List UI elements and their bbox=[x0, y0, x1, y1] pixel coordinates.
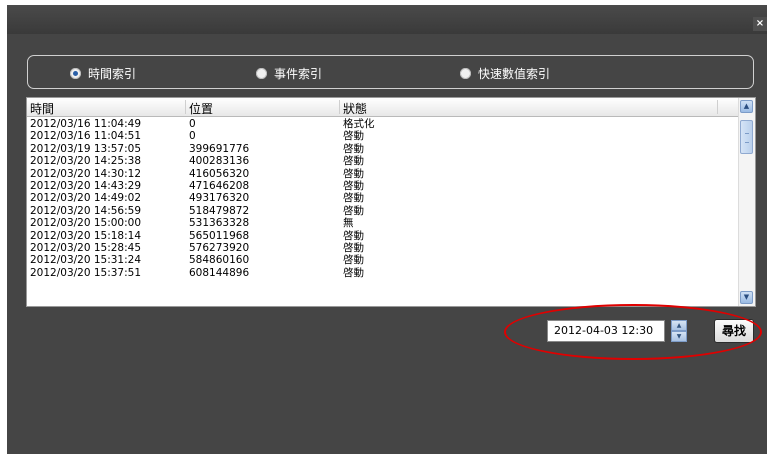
radio-time-index[interactable]: 時間索引 bbox=[70, 65, 136, 82]
table-row[interactable]: 2012/03/20 15:00:00 531363328 無 bbox=[27, 217, 739, 229]
cell-position: 493176320 bbox=[189, 192, 250, 205]
cell-position: 399691776 bbox=[189, 142, 250, 155]
cell-status: 啓動 bbox=[343, 229, 364, 242]
cell-position: 416056320 bbox=[189, 167, 250, 180]
column-divider[interactable] bbox=[717, 100, 718, 114]
cell-position: 531363328 bbox=[189, 217, 250, 230]
cell-time: 2012/03/20 14:43:29 bbox=[30, 179, 142, 192]
cell-time: 2012/03/16 11:04:49 bbox=[30, 118, 142, 130]
column-header-position[interactable]: 位置 bbox=[189, 100, 213, 117]
radio-unselected-icon bbox=[256, 68, 267, 79]
scroll-up-icon[interactable]: ▲ bbox=[740, 100, 753, 113]
cell-position: 565011968 bbox=[189, 229, 250, 242]
table-row[interactable]: 2012/03/20 15:37:51 608144896 啓動 bbox=[27, 267, 739, 279]
close-button[interactable]: × bbox=[753, 17, 767, 31]
cell-time: 2012/03/20 15:31:24 bbox=[30, 254, 142, 267]
table-row[interactable]: 2012/03/19 13:57:05 399691776 啓動 bbox=[27, 143, 739, 155]
cell-position: 518479872 bbox=[189, 204, 250, 217]
cell-status: 啓動 bbox=[343, 241, 364, 254]
column-header-status[interactable]: 狀態 bbox=[343, 100, 367, 117]
search-window: × 時間索引 事件索引 快速數值索引 時間 位置 狀態 2012/03/16 1… bbox=[7, 5, 767, 454]
cell-status: 啓動 bbox=[343, 167, 364, 180]
highlight-annotation bbox=[504, 304, 762, 360]
cell-time: 2012/03/20 14:30:12 bbox=[30, 167, 142, 180]
cell-status: 啓動 bbox=[343, 155, 364, 168]
cell-status: 啓動 bbox=[343, 179, 364, 192]
cell-time: 2012/03/20 14:56:59 bbox=[30, 204, 142, 217]
scroll-down-icon[interactable]: ▼ bbox=[740, 291, 753, 304]
cell-position: 608144896 bbox=[189, 266, 250, 279]
cell-status: 啓動 bbox=[343, 130, 364, 143]
cell-status: 啓動 bbox=[343, 254, 364, 267]
table-row[interactable]: 2012/03/20 14:49:02 493176320 啓動 bbox=[27, 192, 739, 204]
radio-quick-value-index[interactable]: 快速數值索引 bbox=[460, 65, 550, 82]
cell-time: 2012/03/16 11:04:51 bbox=[30, 130, 142, 143]
cell-status: 啓動 bbox=[343, 266, 364, 279]
cell-status: 無 bbox=[343, 217, 354, 230]
cell-position: 471646208 bbox=[189, 179, 250, 192]
table-row[interactable]: 2012/03/20 15:18:14 565011968 啓動 bbox=[27, 230, 739, 242]
radio-unselected-icon bbox=[460, 68, 471, 79]
cell-time: 2012/03/20 14:25:38 bbox=[30, 155, 142, 168]
index-type-group: 時間索引 事件索引 快速數值索引 bbox=[27, 55, 754, 89]
title-bar[interactable]: × bbox=[7, 5, 767, 34]
cell-position: 0 bbox=[189, 130, 196, 143]
table-row[interactable]: 2012/03/20 14:43:29 471646208 啓動 bbox=[27, 180, 739, 192]
column-divider[interactable] bbox=[185, 100, 186, 114]
cell-time: 2012/03/20 15:00:00 bbox=[30, 217, 142, 230]
table-header: 時間 位置 狀態 bbox=[27, 98, 739, 117]
cell-position: 0 bbox=[189, 118, 196, 130]
scroll-thumb[interactable] bbox=[740, 120, 753, 154]
radio-event-index[interactable]: 事件索引 bbox=[256, 65, 322, 82]
radio-selected-icon bbox=[70, 68, 81, 79]
table-row[interactable]: 2012/03/20 15:31:24 584860160 啓動 bbox=[27, 254, 739, 266]
table-row[interactable]: 2012/03/20 14:30:12 416056320 啓動 bbox=[27, 168, 739, 180]
cell-time: 2012/03/20 15:37:51 bbox=[30, 266, 142, 279]
table-row[interactable]: 2012/03/20 14:25:38 400283136 啓動 bbox=[27, 155, 739, 167]
cell-time: 2012/03/19 13:57:05 bbox=[30, 142, 142, 155]
column-divider[interactable] bbox=[339, 100, 340, 114]
radio-label: 快速數值索引 bbox=[478, 67, 551, 81]
vertical-scrollbar[interactable]: ▲ ▼ bbox=[738, 98, 755, 306]
cell-status: 啓動 bbox=[343, 142, 364, 155]
cell-position: 400283136 bbox=[189, 155, 250, 168]
cell-status: 格式化 bbox=[343, 118, 375, 130]
table-row[interactable]: 2012/03/16 11:04:51 0 啓動 bbox=[27, 130, 739, 142]
cell-time: 2012/03/20 15:28:45 bbox=[30, 241, 142, 254]
cell-time: 2012/03/20 14:49:02 bbox=[30, 192, 142, 205]
table-row[interactable]: 2012/03/20 14:56:59 518479872 啓動 bbox=[27, 205, 739, 217]
table-row[interactable]: 2012/03/16 11:04:49 0 格式化 bbox=[27, 118, 739, 130]
cell-time: 2012/03/20 15:18:14 bbox=[30, 229, 142, 242]
radio-label: 時間索引 bbox=[88, 67, 137, 81]
cell-status: 啓動 bbox=[343, 204, 364, 217]
table-row[interactable]: 2012/03/20 15:28:45 576273920 啓動 bbox=[27, 242, 739, 254]
radio-label: 事件索引 bbox=[274, 67, 323, 81]
cell-status: 啓動 bbox=[343, 192, 364, 205]
table-body: 2012/03/16 11:04:49 0 格式化 2012/03/16 11:04… bbox=[27, 118, 739, 279]
column-header-time[interactable]: 時間 bbox=[30, 100, 54, 117]
cell-position: 584860160 bbox=[189, 254, 250, 267]
cell-position: 576273920 bbox=[189, 241, 250, 254]
event-table: 時間 位置 狀態 2012/03/16 11:04:49 0 格式化 2012/03… bbox=[26, 97, 756, 307]
